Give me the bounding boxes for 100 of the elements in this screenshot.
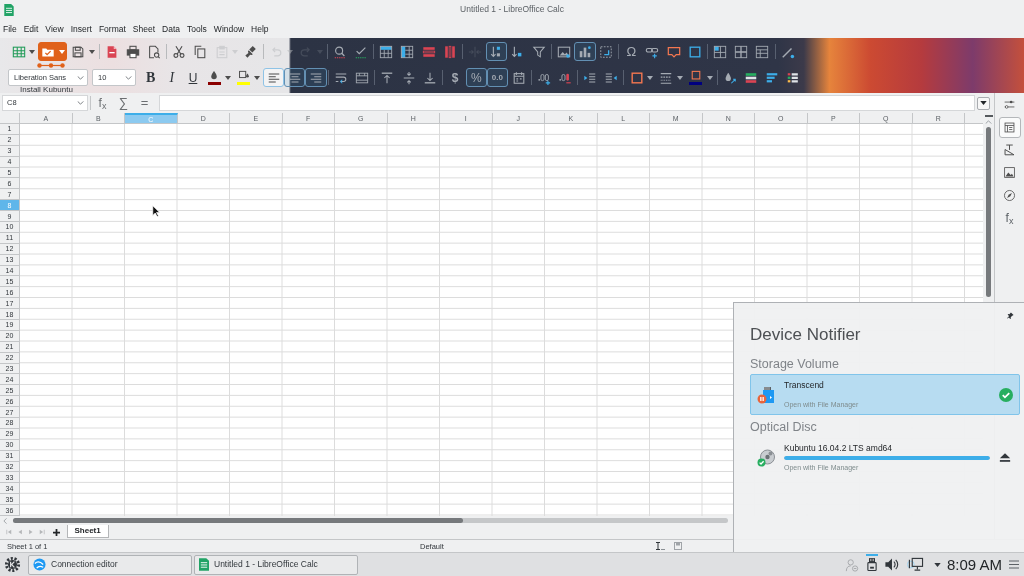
functions-tab[interactable]: f$_{x}$ <box>998 207 1021 229</box>
globe-icon <box>33 558 46 571</box>
align-left-icon <box>266 70 281 85</box>
chevron-down-icon <box>125 75 132 80</box>
open-button[interactable] <box>37 42 68 61</box>
indent-icon <box>583 70 598 85</box>
calendar-icon <box>511 70 526 85</box>
mouse-pointer-icon <box>152 205 160 217</box>
table-column-icon <box>400 44 415 59</box>
skip-start-icon <box>6 529 12 535</box>
align-center-button[interactable] <box>284 68 306 87</box>
desktop-icon-label: Install Kubuntu <box>20 86 73 93</box>
undo-icon <box>269 44 284 59</box>
skip-end-icon <box>39 529 45 535</box>
wrap-text-icon <box>334 70 349 85</box>
menu-item[interactable]: Data <box>162 22 180 35</box>
menu-item[interactable]: Format <box>98 22 126 35</box>
expand-formula-button[interactable] <box>977 96 990 110</box>
horizontal-bars-icon <box>764 70 779 85</box>
underline-button[interactable]: U <box>182 68 204 87</box>
section-heading: Optical Disc <box>750 419 817 435</box>
triangle-left-icon <box>17 529 23 535</box>
formula-button[interactable]: = <box>134 94 155 112</box>
menu-item[interactable]: Edit <box>23 22 39 35</box>
eject-icon[interactable] <box>999 452 1011 463</box>
stacked-bars-icon <box>743 70 758 85</box>
menu-item[interactable]: View <box>45 22 64 35</box>
funnel-icon <box>531 44 546 59</box>
user-icon <box>844 557 859 572</box>
plus-icon <box>52 528 60 536</box>
menu-item[interactable]: Tools <box>187 22 207 35</box>
fill-square-icon <box>237 70 250 81</box>
menu-item[interactable]: Help <box>251 22 269 35</box>
panel-menu-button[interactable] <box>1008 558 1020 571</box>
copy-icon <box>193 44 208 59</box>
caret-icon <box>934 562 942 567</box>
text-cursor-icon <box>655 542 665 550</box>
merged-cells-icon <box>355 70 370 85</box>
check-circle-icon[interactable] <box>999 387 1013 402</box>
triangle-right-icon <box>28 529 34 535</box>
formula-input-field[interactable] <box>159 95 975 111</box>
striped-rows-icon <box>421 44 436 59</box>
grid-corner-icon <box>713 44 728 59</box>
square-outline-icon <box>629 70 644 85</box>
memory-card-icon <box>757 385 775 404</box>
sheet-tab[interactable]: Sheet1 <box>66 525 109 538</box>
active-indicator-icon <box>865 553 878 556</box>
clipboard-icon <box>214 44 229 59</box>
italic-button[interactable]: I <box>161 68 183 87</box>
device-name: Transcend <box>784 380 824 390</box>
square-frame-icon <box>687 44 702 59</box>
striped-columns-icon <box>442 44 457 59</box>
align-right-button[interactable] <box>305 68 327 87</box>
currency-button[interactable]: $ <box>444 68 466 87</box>
align-left-button[interactable] <box>262 68 285 87</box>
dashed-square-icon <box>599 44 614 59</box>
align-center-icon <box>287 70 302 85</box>
picture-icon <box>1003 165 1016 179</box>
chevron-down-icon <box>77 75 84 80</box>
special-character-button[interactable]: Ω <box>620 42 642 61</box>
add-sheet-button[interactable] <box>50 526 62 538</box>
align-bottom-icon <box>422 70 437 85</box>
outlined-square-icon <box>689 70 702 81</box>
taskbar-task[interactable]: Connection editor <box>28 554 192 575</box>
menu-item[interactable]: Window <box>213 22 245 35</box>
number-button[interactable]: 0.0 <box>486 68 508 87</box>
chart-button[interactable] <box>574 42 596 61</box>
menu-icon <box>1009 560 1019 569</box>
pin-icon[interactable] <box>1007 312 1014 319</box>
horizontal-scrollbar[interactable] <box>13 518 728 523</box>
percent-button[interactable]: % <box>465 68 487 87</box>
properties-tab[interactable] <box>998 116 1021 138</box>
spreadsheet-document-icon <box>4 3 14 16</box>
menu-item[interactable]: Sheet <box>132 22 156 35</box>
double-arrow-icon <box>467 44 482 59</box>
menu-item[interactable]: File <box>3 22 17 35</box>
scrollbar-thumb[interactable] <box>13 518 463 523</box>
split-handle[interactable] <box>984 115 993 117</box>
scrollbar-thumb[interactable] <box>986 127 991 297</box>
cross-grid-icon <box>734 44 749 59</box>
bar-chart-icon <box>577 44 592 59</box>
speech-bubble-icon <box>666 44 681 59</box>
application-launcher-button[interactable] <box>3 555 21 574</box>
compass-icon <box>1003 188 1016 202</box>
dotted-handle-icon <box>37 63 65 68</box>
sort-button[interactable] <box>485 42 507 61</box>
panel-icon <box>1003 120 1016 134</box>
list-markers-icon <box>786 70 801 85</box>
taskbar-task[interactable]: Untitled 1 - LibreOffice Calc <box>194 554 358 575</box>
spreadsheet-document-icon <box>199 558 209 571</box>
align-middle-icon <box>401 70 416 85</box>
bold-button[interactable]: B <box>140 68 162 87</box>
dashed-lines-icon <box>659 70 674 85</box>
function-wizard-button[interactable]: f$_{x}$ <box>92 94 113 112</box>
device-name: Kubuntu 16.04.2 LTS amd64 <box>784 443 893 453</box>
menu-item[interactable]: Insert <box>70 22 92 35</box>
printer-icon <box>125 44 140 59</box>
gear-logo-icon <box>3 556 21 573</box>
disc-icon <box>757 448 775 467</box>
sum-button[interactable]: ∑ <box>113 94 134 112</box>
